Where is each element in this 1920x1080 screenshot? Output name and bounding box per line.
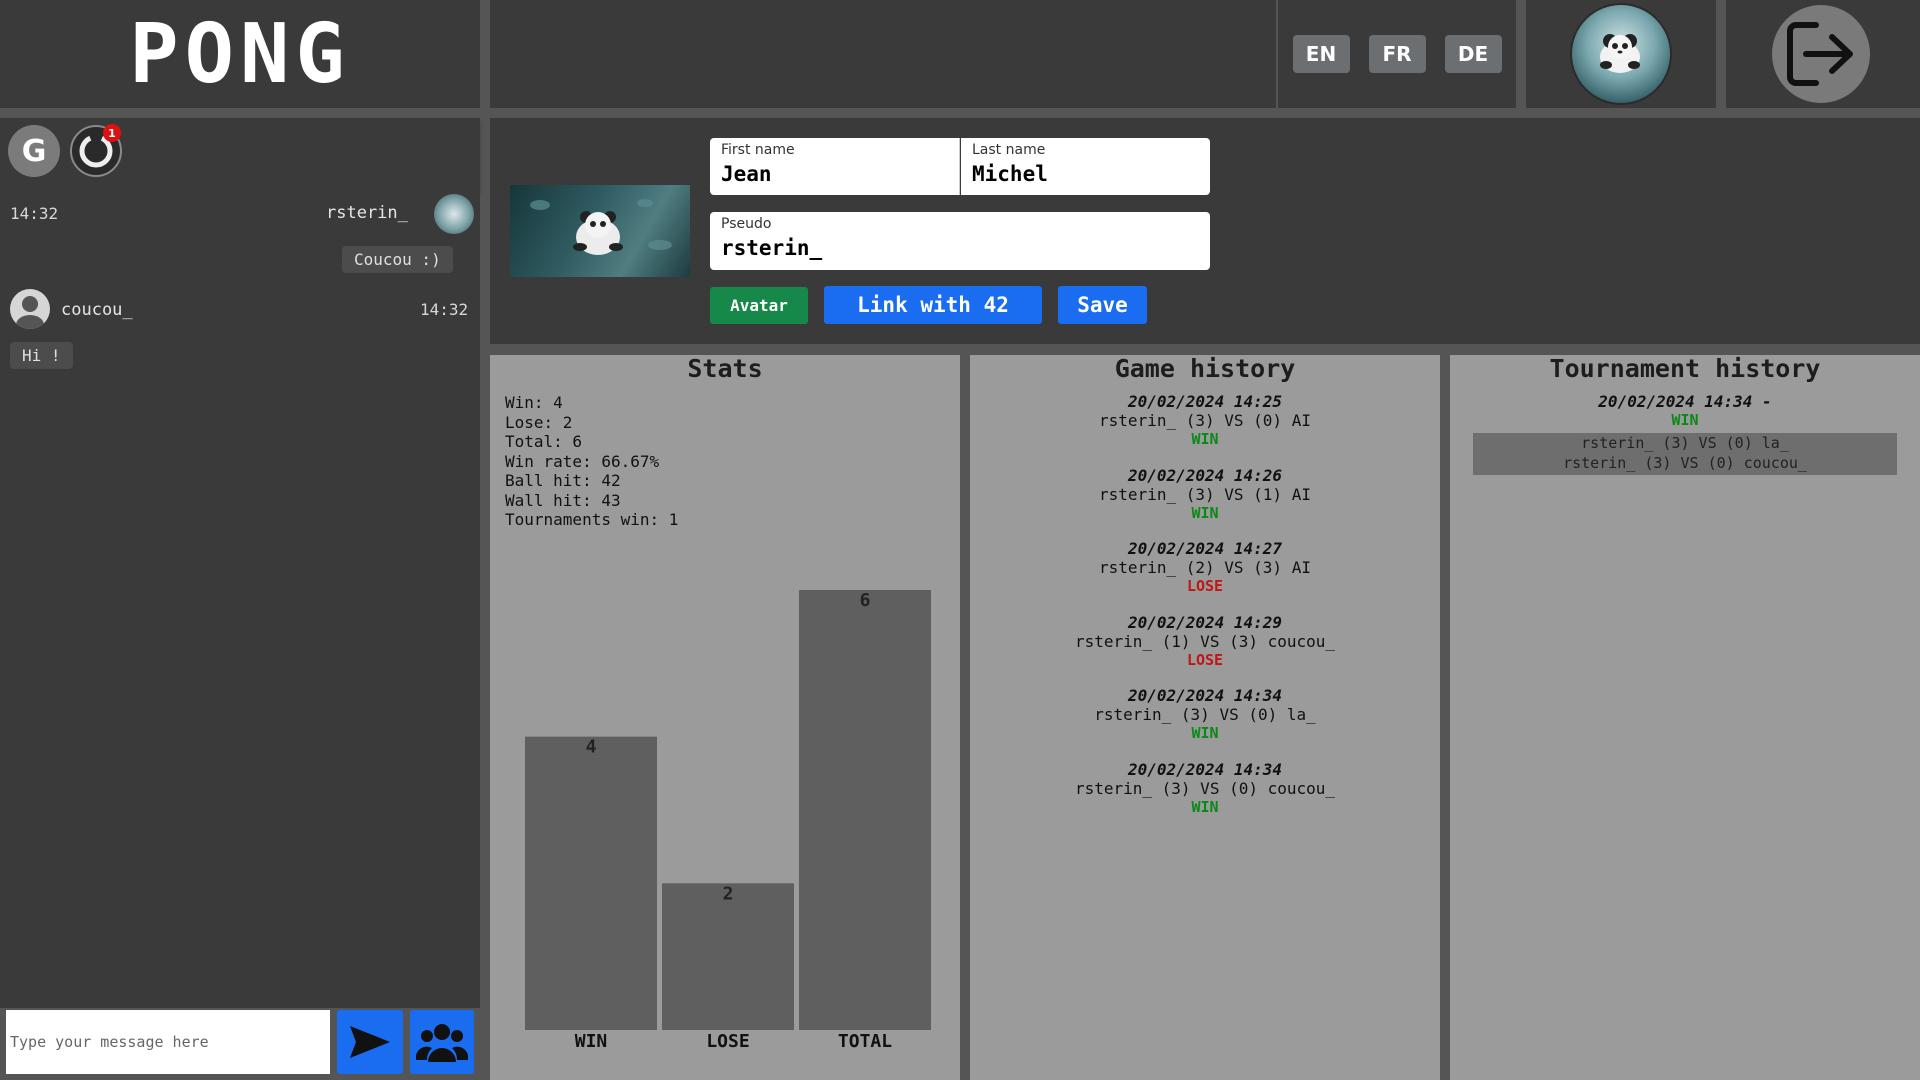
bar-win: [525, 736, 657, 1030]
game-date: 20/02/2024 14:25: [1127, 392, 1283, 411]
stat-tournaments-win: Tournaments win: 1: [505, 510, 679, 529]
last-name-label: Last name: [972, 142, 1046, 158]
stat-win-rate: Win rate: 66.67%: [505, 452, 660, 471]
message-input[interactable]: [6, 1010, 330, 1074]
bar-category-label: TOTAL: [838, 1031, 892, 1052]
stats-title: Stats: [687, 354, 763, 383]
pseudo-field[interactable]: Pseudo rsterin_: [710, 212, 1210, 270]
game-result: LOSE: [1186, 650, 1224, 669]
stat-win: Win: 4: [505, 393, 563, 412]
game-date: 20/02/2024 14:34: [1127, 759, 1283, 779]
tournament-match: rsterin_ (3) VS (0) la_: [1581, 434, 1789, 452]
panda-icon: [1600, 34, 1640, 73]
message-bubble: Coucou :): [342, 246, 453, 273]
tournament-history-title: Tournament history: [1549, 354, 1821, 383]
message-time: 14:32: [420, 300, 469, 319]
stats-bar-chart: 4 WIN 2 LOSE 6 TOTAL: [525, 590, 931, 1052]
save-button[interactable]: Save: [1058, 286, 1147, 324]
friends-button[interactable]: [410, 1010, 474, 1074]
game-result: WIN: [1191, 430, 1219, 448]
last-name-field[interactable]: Last name Michel: [961, 138, 1210, 195]
game-history-entry[interactable]: 20/02/2024 14:29 rsterin_ (1) VS (3) couc…: [970, 613, 1440, 669]
stat-total: Total: 6: [505, 432, 583, 451]
tournament-result: WIN: [1671, 411, 1699, 429]
game-history-entry[interactable]: 20/02/2024 14:27 rsterin_ (2) VS (3) AI LO…: [970, 539, 1440, 595]
game-history-title: Game history: [1114, 354, 1296, 383]
game-score: rsterin_ (3) VS (0) la_: [1094, 705, 1316, 724]
message-author: rsterin_: [326, 203, 408, 223]
first-name-value: Jean: [721, 162, 772, 186]
tournament-entry[interactable]: 20/02/2024 14:34 - WIN: [1450, 392, 1920, 429]
game-history-entry[interactable]: 20/02/2024 14:34 rsterin_ (3) VS (0) la_ W…: [970, 686, 1440, 742]
tournament-date: 20/02/2024 14:34 -: [1598, 392, 1772, 411]
stat-lose: Lose: 2: [505, 413, 573, 432]
game-date: 20/02/2024 14:26: [1127, 465, 1283, 485]
person-icon: [16, 296, 44, 329]
lang-en-button[interactable]: EN: [1292, 35, 1350, 73]
stat-ball-hit: Ball hit: 42: [505, 471, 621, 490]
first-name-label: First name: [721, 142, 795, 158]
pseudo-label: Pseudo: [721, 216, 772, 232]
game-score: rsterin_ (1) VS (3) coucou_: [1074, 631, 1336, 651]
lang-fr-button[interactable]: FR: [1368, 35, 1426, 73]
bar-value-label: 2: [723, 883, 734, 904]
game-result: LOSE: [1186, 577, 1224, 595]
link-42-button[interactable]: Link with 42: [824, 286, 1042, 324]
bar-category-label: WIN: [575, 1031, 608, 1052]
first-name-field[interactable]: First name Jean: [710, 138, 960, 195]
game-score: rsterin_ (3) VS (0) coucou_: [1074, 778, 1336, 798]
game-history-entry[interactable]: 20/02/2024 14:26 rsterin_ (3) VS (1) AI WI…: [970, 466, 1440, 522]
avatar-button[interactable]: Avatar: [710, 287, 808, 324]
send-button[interactable]: [337, 1010, 403, 1074]
profile-picture: [510, 185, 690, 277]
pseudo-value: rsterin_: [721, 236, 823, 260]
bar-total: [799, 590, 931, 1030]
language-switcher: EN FR DE: [1278, 0, 1516, 108]
send-icon: [350, 1026, 390, 1058]
logout-button[interactable]: [1772, 5, 1870, 103]
game-score: rsterin_ (2) VS (3) AI: [1099, 558, 1311, 577]
panda-image-icon: [530, 199, 672, 255]
game-date: 20/02/2024 14:27: [1127, 539, 1283, 558]
game-score: rsterin_ (3) VS (0) AI: [1099, 411, 1311, 430]
app-logo: PONG: [129, 6, 351, 102]
game-score: rsterin_ (3) VS (1) AI: [1099, 484, 1311, 504]
global-chat-tab[interactable]: G: [8, 125, 60, 177]
profile-avatar[interactable]: [1572, 5, 1670, 103]
bar-category-label: LOSE: [706, 1031, 749, 1052]
tournament-match: rsterin_ (3) VS (0) coucou_: [1563, 454, 1807, 472]
game-date: 20/02/2024 14:34: [1127, 686, 1283, 705]
game-result: WIN: [1191, 503, 1219, 522]
logout-icon: [1787, 22, 1853, 86]
game-history-entry[interactable]: 20/02/2024 14:25 rsterin_ (3) VS (0) AI WI…: [970, 392, 1440, 448]
game-result: WIN: [1191, 797, 1219, 816]
top-center-panel: [490, 0, 1276, 108]
tournament-matches: rsterin_ (3) VS (0) la_ rsterin_ (3) VS …: [1473, 433, 1897, 475]
game-date: 20/02/2024 14:29: [1127, 612, 1283, 632]
default-avatar-icon[interactable]: [10, 289, 50, 329]
user-avatar[interactable]: [434, 194, 474, 234]
unread-badge: 1: [103, 124, 121, 142]
bar-value-label: 4: [586, 737, 597, 758]
message-bubble: Hi !: [10, 342, 73, 369]
users-icon: [416, 1024, 468, 1062]
bar-value-label: 6: [860, 590, 871, 611]
stat-wall-hit: Wall hit: 43: [505, 491, 621, 510]
last-name-value: Michel: [972, 162, 1048, 186]
bar-lose: [662, 883, 794, 1030]
game-result: WIN: [1191, 724, 1219, 742]
message-author: coucou_: [61, 300, 133, 320]
game-history-entry[interactable]: 20/02/2024 14:34 rsterin_ (3) VS (0) couc…: [970, 760, 1440, 816]
lang-de-button[interactable]: DE: [1444, 35, 1502, 73]
message-time: 14:32: [10, 204, 59, 223]
